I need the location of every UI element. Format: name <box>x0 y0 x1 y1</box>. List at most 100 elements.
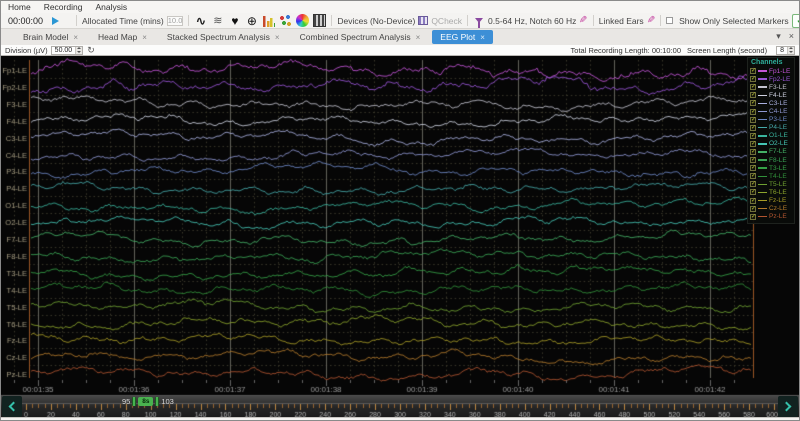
channel-label: P3-LE <box>769 116 788 124</box>
tab-combined-spectrum-analysis[interactable]: Combined Spectrum Analysis × <box>292 30 429 44</box>
close-icon[interactable]: × <box>275 33 280 42</box>
timeline-scrollbar: 95 8s 103 <box>1 394 799 418</box>
channel-color-swatch <box>758 143 767 145</box>
channel-label: T6-LE <box>769 188 787 196</box>
table-icon[interactable] <box>313 14 327 27</box>
close-icon[interactable]: × <box>416 33 421 42</box>
selection-start-label: 95 <box>122 396 131 406</box>
tab-dropdown-icon[interactable]: ▾ <box>776 31 781 42</box>
screen-length-value[interactable]: 8 <box>777 47 787 54</box>
channel-checkbox[interactable]: ✓ <box>750 68 756 75</box>
ribbon-toolbar: 00:00:00 Allocated Time (mins) 10.0 Devi… <box>1 13 799 29</box>
channel-checkbox[interactable]: ✓ <box>750 205 756 212</box>
channel-checkbox[interactable]: ✓ <box>750 116 756 123</box>
channel-color-swatch <box>758 94 767 97</box>
close-icon[interactable]: × <box>73 33 78 42</box>
channel-row: ✓ Fp1-LE <box>750 67 792 75</box>
scatter-icon[interactable] <box>279 14 293 27</box>
channel-checkbox[interactable]: ✓ <box>750 189 756 196</box>
chevron-right-icon <box>781 401 792 412</box>
channel-row: ✓ O1-LE <box>750 132 792 140</box>
channel-checkbox[interactable]: ✓ <box>750 84 756 91</box>
eeg-plot-canvas[interactable] <box>1 56 799 394</box>
channel-label: T5-LE <box>769 180 787 188</box>
channel-row: ✓ T4-LE <box>750 172 792 180</box>
channel-label: O2-LE <box>769 140 788 148</box>
channel-label: F7-LE <box>769 148 787 156</box>
channel-checkbox[interactable]: ✓ <box>750 197 756 204</box>
channel-checkbox[interactable]: ✓ <box>750 76 756 83</box>
tab-eeg-plot[interactable]: EEG Plot × <box>432 30 493 44</box>
scroll-right-button[interactable] <box>778 396 798 417</box>
close-icon[interactable]: × <box>480 33 485 42</box>
channel-label: C3-LE <box>769 99 788 107</box>
channel-checkbox[interactable]: ✓ <box>750 108 756 115</box>
channel-label: Fp2-LE <box>769 75 791 83</box>
show-markers-label: Show Only Selected Markers <box>679 15 789 26</box>
selection-right-handle[interactable] <box>155 396 160 406</box>
show-markers-checkbox[interactable] <box>666 17 674 24</box>
menu-item-analysis[interactable]: Analysis <box>95 2 127 12</box>
qcheck-button[interactable]: QCheck <box>431 16 462 26</box>
division-spinner[interactable]: 50.00 <box>50 45 84 55</box>
timeline-selection[interactable]: 95 8s 103 <box>122 396 174 406</box>
channel-color-swatch <box>758 110 767 113</box>
channel-color-swatch <box>758 70 767 72</box>
plot-controls-row: Division (µV) 50.00 ↻ Total Recording Le… <box>1 45 799 56</box>
channel-color-swatch <box>758 183 767 186</box>
channel-checkbox[interactable]: ✓ <box>750 181 756 188</box>
allocated-time-input[interactable]: 10.0 <box>166 15 184 26</box>
screen-length-label: Screen Length (second) <box>687 45 768 55</box>
tab-brain-model[interactable]: Brain Model × <box>15 30 86 44</box>
channel-label: C4-LE <box>769 108 788 116</box>
channel-checkbox[interactable]: ✓ <box>750 213 756 220</box>
edit-montage-icon[interactable]: ✎ <box>647 15 655 26</box>
division-value[interactable]: 50.00 <box>52 47 76 54</box>
channel-row: ✓ Fz-LE <box>750 197 792 205</box>
spin-down-icon[interactable] <box>789 50 793 53</box>
menu-item-home[interactable]: Home <box>8 2 31 12</box>
brainwaves-icon[interactable] <box>211 14 224 27</box>
channel-label: T4-LE <box>769 172 787 180</box>
channel-color-swatch <box>758 78 767 80</box>
reset-division-icon[interactable]: ↻ <box>87 45 95 56</box>
channel-checkbox[interactable]: ✓ <box>750 132 756 139</box>
channel-checkbox[interactable]: ✓ <box>750 173 756 180</box>
menu-item-recording[interactable]: Recording <box>44 2 83 12</box>
channel-checkbox[interactable]: ✓ <box>750 157 756 164</box>
channel-checkbox[interactable]: ✓ <box>750 124 756 131</box>
scroll-left-button[interactable] <box>2 396 22 417</box>
selection-left-handle[interactable] <box>132 396 137 406</box>
channel-row: ✓ O2-LE <box>750 140 792 148</box>
tab-close-all-icon[interactable]: × <box>789 31 794 42</box>
globe-icon[interactable] <box>245 14 258 27</box>
spin-down-icon[interactable] <box>77 50 82 53</box>
spin-up-icon[interactable] <box>77 47 82 50</box>
edit-filter-icon[interactable]: ✎ <box>579 15 587 26</box>
channel-row: ✓ F8-LE <box>750 156 792 164</box>
close-icon[interactable]: × <box>142 33 147 42</box>
channel-checkbox[interactable]: ✓ <box>750 100 756 107</box>
tab-head-map[interactable]: Head Map × <box>90 30 155 44</box>
play-button[interactable] <box>52 16 60 25</box>
tab-stacked-spectrum-analysis[interactable]: Stacked Spectrum Analysis × <box>159 30 288 44</box>
channel-checkbox[interactable]: ✓ <box>750 165 756 172</box>
channel-color-swatch <box>758 175 767 178</box>
devices-icon[interactable] <box>418 16 429 25</box>
devices-label[interactable]: Devices (No-Device) <box>337 16 415 26</box>
heart-icon[interactable] <box>228 14 241 27</box>
channel-row: ✓ F4-LE <box>750 91 792 99</box>
channel-checkbox[interactable]: ✓ <box>750 148 756 155</box>
spin-up-icon[interactable] <box>789 47 793 50</box>
tab-label: Brain Model <box>23 32 69 42</box>
channel-checkbox[interactable]: ✓ <box>750 140 756 147</box>
toolbar-separator <box>592 15 594 26</box>
screen-length-spinner[interactable]: 8 <box>776 45 795 55</box>
barchart-icon[interactable] <box>262 14 276 27</box>
clean-button[interactable]: ✓ Clean (0) 00:00:00 <box>791 13 799 28</box>
pulse-icon[interactable] <box>194 14 207 27</box>
colorwheel-icon[interactable] <box>296 14 310 27</box>
channel-checkbox[interactable]: ✓ <box>750 92 756 99</box>
channel-color-swatch <box>758 135 767 137</box>
channel-label: O1-LE <box>769 132 788 140</box>
